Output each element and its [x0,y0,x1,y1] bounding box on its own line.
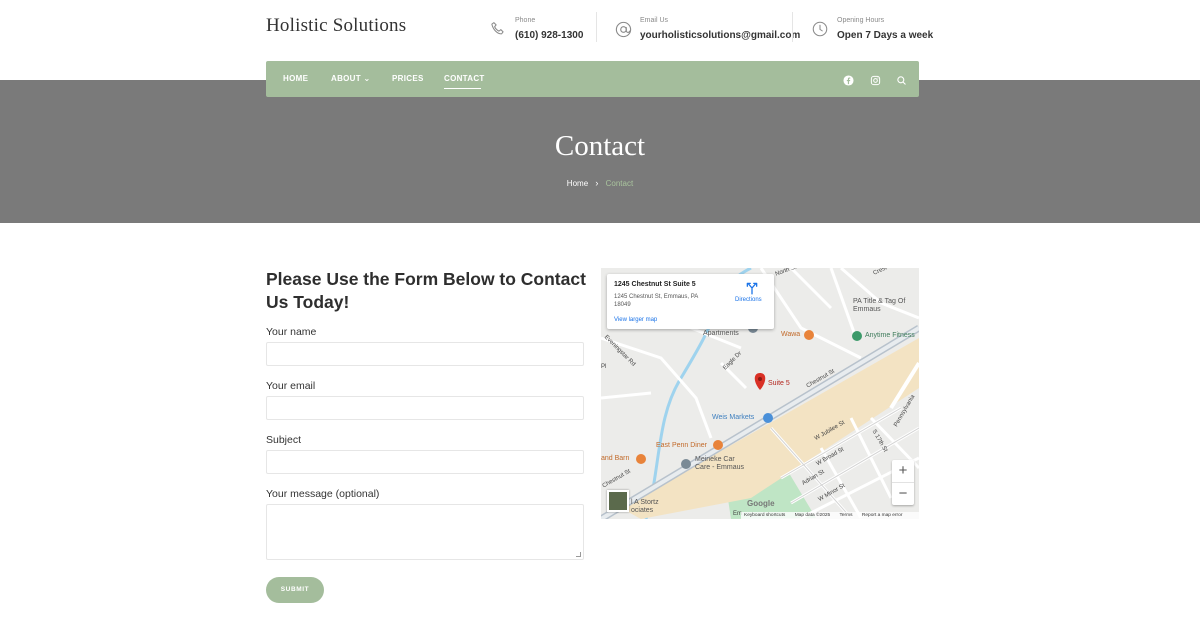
phone-value[interactable]: (610) 928-1300 [515,29,583,43]
nav-item-home[interactable]: HOME [283,74,308,83]
embedded-map[interactable]: 1245 Chestnut St Suite 5 1245 Chestnut S… [601,268,919,519]
zoom-in-button[interactable]: + [892,460,914,482]
page-title: Contact [554,130,646,162]
map-label-suite5: Suite 5 [768,380,790,387]
header-divider [792,12,793,42]
email-label: Email Us [640,16,669,24]
email-label: Your email [266,380,316,392]
nav-item-contact[interactable]: CONTACT [444,74,485,83]
email-field[interactable] [266,396,584,420]
view-larger-map-link[interactable]: View larger map [614,317,657,323]
site-logo[interactable]: Holistic Solutions [266,15,406,37]
map-label-barn: and Barn [601,455,630,462]
nav-item-about[interactable]: ABOUT ⌄ [331,74,370,83]
message-label: Your message (optional) [266,488,380,500]
clock-icon [810,19,830,39]
directions-link[interactable]: Directions [735,297,762,303]
hours-value: Open 7 Days a week [837,29,934,41]
breadcrumb-home[interactable]: Home [567,179,588,188]
map-label-stortz: l A Stortz [631,499,659,506]
google-logo: Google [747,499,775,508]
report-error-link[interactable]: Report a map error [862,513,903,518]
map-label-wawa: Wawa [781,331,801,338]
map-label-pa-title: PA Title & Tag Of Emmaus [853,298,906,313]
zoom-out-button[interactable]: − [892,482,914,504]
map-place-title: 1245 Chestnut St Suite 5 [614,281,696,288]
header-hours: Opening Hours Open 7 Days a week [810,14,933,44]
subject-label: Subject [266,434,302,446]
at-icon [613,19,633,39]
message-field[interactable] [266,504,584,560]
resize-handle-icon[interactable] [576,552,581,557]
map-zoom-controls: + − [892,460,914,505]
header-divider [596,12,597,42]
form-heading: Please Use the Form Below to Contact Us … [266,269,586,312]
map-label-weis: Weis Markets [712,414,755,421]
header-email[interactable]: Email Us yourholisticsolutions@gmail.com [613,14,800,44]
name-label: Your name [266,326,317,338]
terms-link[interactable]: Terms [839,513,852,518]
page-hero: Contact Home › Contact [0,80,1200,223]
map-label-east-penn: East Penn Diner [656,442,707,449]
breadcrumb-current: Contact [605,179,634,188]
phone-label: Phone [515,16,536,24]
keyboard-shortcuts-link[interactable]: Keyboard shortcuts [744,513,785,518]
map-data-text: Map data ©2025 [794,513,831,518]
map-label-meineke-2: Care - Emmaus [695,464,745,471]
nav-item-prices[interactable]: PRICES [392,74,424,83]
breadcrumb: Home › Contact [0,178,1200,188]
email-value[interactable]: yourholisticsolutions@gmail.com [640,29,800,43]
map-label-anytime: Anytime Fitness [865,332,915,339]
nav-active-underline [444,88,481,89]
facebook-icon[interactable] [843,73,854,86]
map-label-meineke: Meineke Car [695,456,735,463]
map-place-address: 1245 Chestnut St, Emmaus, PA 18049 [614,294,698,308]
search-icon[interactable] [896,73,907,85]
map-label-stortz-2: ociates [631,507,654,514]
subject-field[interactable] [266,450,584,474]
submit-button[interactable]: SUBMIT [266,577,324,603]
map-info-card: 1245 Chestnut St Suite 5 1245 Chestnut S… [607,274,774,329]
satellite-toggle[interactable] [607,490,629,512]
hours-label: Opening Hours [837,16,885,24]
map-road-pl: Pl [601,364,607,370]
phone-icon [488,19,508,39]
instagram-icon[interactable] [870,73,881,86]
header-phone[interactable]: Phone (610) 928-1300 [488,14,583,44]
map-attribution: Keyboard shortcuts Map data ©2025 Terms … [741,512,919,519]
directions-icon[interactable] [745,281,759,295]
chevron-right-icon: › [595,178,599,188]
map-label-apartments: Apartments [703,330,739,337]
main-nav: HOME ABOUT ⌄ PRICES CONTACT [266,61,919,97]
name-field[interactable] [266,342,584,366]
